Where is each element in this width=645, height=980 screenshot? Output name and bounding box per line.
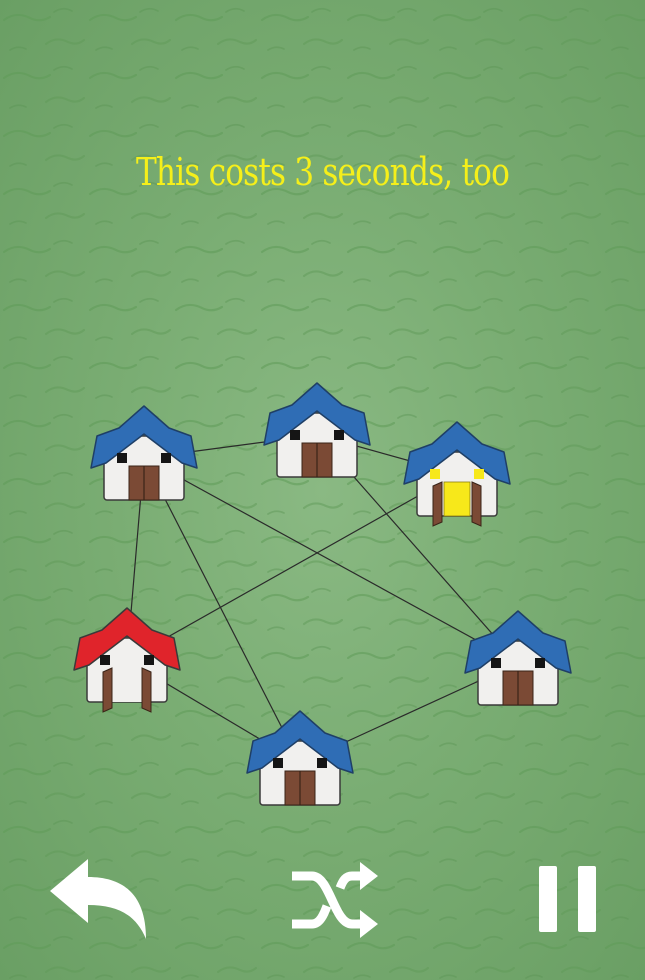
game-board <box>73 382 572 806</box>
shuffle-button[interactable] <box>290 858 380 942</box>
house-top-left[interactable] <box>90 405 198 501</box>
shuffle-icon <box>292 871 362 929</box>
undo-button[interactable] <box>46 855 150 943</box>
pause-button[interactable] <box>537 864 599 934</box>
house-middle-left[interactable] <box>73 607 181 713</box>
house-middle-right[interactable] <box>464 610 572 706</box>
houses <box>73 382 572 806</box>
house-top-right[interactable] <box>403 421 511 527</box>
undo-arrow-icon <box>50 859 146 939</box>
house-top-middle[interactable] <box>263 382 371 478</box>
house-bottom[interactable] <box>246 710 354 806</box>
pause-icon <box>539 866 596 932</box>
road-top-right-middle-left <box>126 473 458 661</box>
